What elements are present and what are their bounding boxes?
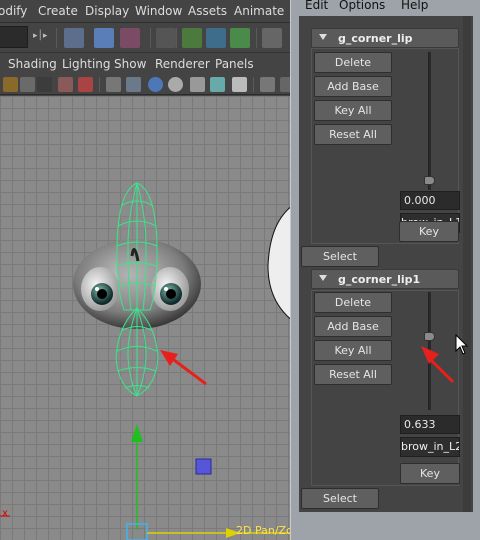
section-frame: Delete Add Base Key All Reset All 0.000 … xyxy=(311,48,460,244)
select-button[interactable]: Select xyxy=(301,246,379,267)
use-lights-icon[interactable] xyxy=(210,77,225,92)
axis-indicator-label: x xyxy=(2,508,8,519)
toolbar-separator xyxy=(253,77,254,92)
window-scrollbar[interactable] xyxy=(463,16,471,512)
weight-slider-track[interactable] xyxy=(428,52,431,190)
bookmark-icon[interactable] xyxy=(20,77,35,92)
weight-value-field[interactable]: 0.000 xyxy=(400,191,460,210)
snap-point-icon[interactable] xyxy=(230,28,250,48)
front-viewport[interactable]: x 2D Pan/Zoom : front xyxy=(0,96,300,540)
target-name-field[interactable]: brow_in_L2 xyxy=(400,437,460,457)
panel-toolbar xyxy=(0,75,300,95)
menu-set-dropdown[interactable] xyxy=(0,26,28,48)
panel-menu-panels[interactable]: Panels xyxy=(215,57,254,71)
selected-wireframe-mesh[interactable] xyxy=(115,182,159,397)
select-object-icon[interactable] xyxy=(94,28,114,48)
weight-slider-handle[interactable] xyxy=(424,176,435,185)
section-header-g-corner-lip[interactable]: g_corner_lip xyxy=(311,28,459,48)
isolate-select-icon[interactable] xyxy=(260,77,275,92)
plane-manipulator-handle[interactable] xyxy=(195,458,212,475)
window-menubar: Edit Options Help xyxy=(299,0,480,15)
reset-all-button[interactable]: Reset All xyxy=(314,364,392,385)
toolbar-separator xyxy=(99,77,100,92)
textured-icon[interactable] xyxy=(232,77,247,92)
collapse-arrow-icon[interactable] xyxy=(319,34,327,40)
lock-selection-icon[interactable] xyxy=(156,28,176,48)
panel-menu-show[interactable]: Show xyxy=(114,57,146,71)
window-menu-edit[interactable]: Edit xyxy=(305,0,328,12)
add-base-button[interactable]: Add Base xyxy=(314,316,392,337)
select-hierarchy-icon[interactable] xyxy=(64,28,84,48)
window-menu-options[interactable]: Options xyxy=(339,0,385,12)
snap-curve-icon[interactable] xyxy=(206,28,226,48)
toolbar-separator xyxy=(56,28,57,48)
reset-all-button[interactable]: Reset All xyxy=(314,124,392,145)
smooth-shade-icon[interactable] xyxy=(148,77,163,92)
section-title: g_corner_lip xyxy=(338,32,413,45)
menu-modify[interactable]: odify xyxy=(0,4,27,18)
camera-attributes-icon[interactable] xyxy=(3,77,18,92)
xray-icon[interactable] xyxy=(190,77,205,92)
weight-value-field[interactable]: 0.633 xyxy=(400,415,460,434)
delete-button[interactable]: Delete xyxy=(314,292,392,313)
menu-window[interactable]: Window xyxy=(135,4,182,18)
key-all-button[interactable]: Key All xyxy=(314,340,392,361)
key-all-button[interactable]: Key All xyxy=(314,100,392,121)
section-frame: Delete Add Base Key All Reset All 0.633 … xyxy=(311,290,460,486)
menu-animate[interactable]: Animate xyxy=(234,4,284,18)
grid-toggle-icon[interactable] xyxy=(106,77,121,92)
add-base-button[interactable]: Add Base xyxy=(314,76,392,97)
annotation-arrow-viewport xyxy=(160,350,207,386)
panel-menu-shading[interactable]: Shading xyxy=(8,57,57,71)
panel-menubar: Shading Lighting Show Renderer Panels xyxy=(0,53,300,75)
film-gate-icon[interactable] xyxy=(126,77,141,92)
two-d-pan-icon[interactable] xyxy=(58,77,73,92)
right-pupil xyxy=(166,289,176,299)
pose-tool-body: Edit Options Help g_corner_lip Delete Ad… xyxy=(299,0,473,512)
left-eye-highlight xyxy=(95,287,99,291)
pose-tool-window: Edit Options Help g_corner_lip Delete Ad… xyxy=(290,0,480,540)
wireframe-on-shaded-icon[interactable] xyxy=(168,77,183,92)
menu-assets[interactable]: Assets xyxy=(188,4,227,18)
section-header-g-corner-lip1[interactable]: g_corner_lip1 xyxy=(311,269,459,289)
grease-pencil-icon[interactable] xyxy=(78,77,93,92)
select-button[interactable]: Select xyxy=(301,488,379,509)
collapse-arrow-icon[interactable]: ▸│▸ xyxy=(33,31,47,41)
collapse-arrow-icon[interactable] xyxy=(319,275,327,281)
weight-slider-track[interactable] xyxy=(428,292,431,410)
section-title: g_corner_lip1 xyxy=(338,273,421,286)
input-output-icon[interactable] xyxy=(262,28,282,48)
select-component-icon[interactable] xyxy=(120,28,140,48)
menu-create[interactable]: Create xyxy=(38,4,78,18)
toolbar-separator xyxy=(176,28,177,48)
mouse-cursor-icon xyxy=(455,334,469,355)
weight-slider-handle[interactable] xyxy=(424,332,435,341)
delete-button[interactable]: Delete xyxy=(314,52,392,73)
window-menu-help[interactable]: Help xyxy=(401,0,428,12)
key-button[interactable]: Key xyxy=(399,221,459,242)
snap-grid-icon[interactable] xyxy=(182,28,202,48)
menu-display[interactable]: Display xyxy=(85,4,129,18)
panel-menu-lighting[interactable]: Lighting xyxy=(62,57,111,71)
toolbar-separator xyxy=(256,28,257,48)
key-button[interactable]: Key xyxy=(400,463,460,484)
right-eye-highlight xyxy=(164,287,168,291)
panel-menu-renderer[interactable]: Renderer xyxy=(155,57,210,71)
y-axis-arrow-icon[interactable] xyxy=(131,424,143,442)
left-pupil xyxy=(97,289,107,299)
toolbar-separator xyxy=(150,28,151,48)
image-plane-icon[interactable] xyxy=(37,77,52,92)
status-line-toolbar: ▸│▸ xyxy=(0,23,300,53)
main-menubar: odify Create Display Window Assets Anima… xyxy=(0,0,300,23)
viewport-scene xyxy=(0,182,300,540)
